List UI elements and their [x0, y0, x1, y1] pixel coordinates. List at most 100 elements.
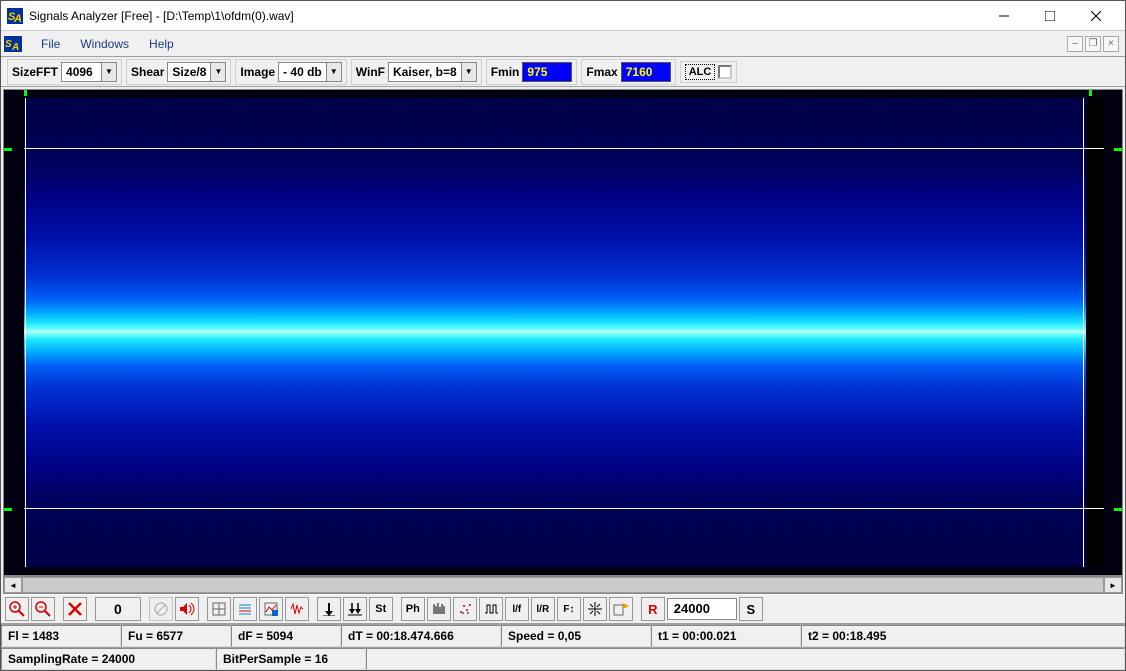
svg-text:S: S: [5, 39, 12, 50]
alc-group: ALC: [680, 61, 738, 83]
s-button[interactable]: S: [739, 597, 763, 621]
winf-select[interactable]: Kaiser, b=8 ▼: [388, 62, 477, 82]
scroll-track[interactable]: [22, 577, 1104, 593]
value-display: 0: [95, 597, 141, 621]
pulse-button[interactable]: [479, 597, 503, 621]
fmax-label: Fmax: [586, 65, 617, 79]
fd-button[interactable]: F↕: [557, 597, 581, 621]
fmin-input[interactable]: 975: [522, 62, 572, 82]
sizefft-value: 4096: [61, 62, 101, 82]
freq-marker-fu-right: [1114, 148, 1122, 151]
scroll-left-arrow-icon[interactable]: ◄: [4, 577, 22, 593]
chevron-down-icon: ▼: [461, 62, 477, 82]
status-dt: dT = 00:18.474.666: [341, 625, 501, 647]
chevron-down-icon: ▼: [101, 62, 117, 82]
image-label: Image: [240, 65, 275, 79]
status-speed: Speed = 0,05: [501, 625, 651, 647]
spectrogram-canvas: [24, 98, 1104, 567]
menu-file[interactable]: File: [31, 33, 70, 55]
status-empty: [366, 648, 1125, 670]
scroll-thumb[interactable]: [22, 577, 1104, 593]
disabled-circle-button: [149, 597, 173, 621]
spectro-right-pad: [1086, 98, 1104, 567]
export-icon-button[interactable]: [609, 597, 633, 621]
shear-group: Shear Size/8 ▼: [126, 59, 231, 85]
close-button[interactable]: [1073, 1, 1119, 31]
shear-value: Size/8: [167, 62, 210, 82]
time-marker-t1-top: [24, 90, 27, 96]
freq-marker-fl-right: [1114, 508, 1122, 511]
chart-disk-button[interactable]: [259, 597, 283, 621]
mdi-app-icon: SA: [3, 35, 23, 53]
alc-label: ALC: [685, 64, 716, 80]
image-select[interactable]: - 40 db ▼: [278, 62, 342, 82]
top-toolbar: SizeFFT 4096 ▼ Shear Size/8 ▼ Image - 40…: [1, 57, 1125, 87]
r-button[interactable]: R: [641, 597, 665, 621]
bottom-toolbar: 0 St Ph l/f l/R F↕ R 24000: [1, 594, 1125, 624]
status-df: dF = 5094: [231, 625, 341, 647]
bars-button[interactable]: [427, 597, 451, 621]
image-group: Image - 40 db ▼: [235, 59, 346, 85]
fmin-label: Fmin: [491, 65, 520, 79]
freq-marker-fu-left: [4, 148, 12, 151]
lf-button[interactable]: l/f: [505, 597, 529, 621]
horizontal-scrollbar[interactable]: ◄ ►: [3, 576, 1123, 594]
mdi-restore-button[interactable]: ❐: [1085, 36, 1101, 52]
time-marker-t2-top: [1089, 90, 1092, 96]
sizefft-select[interactable]: 4096 ▼: [61, 62, 117, 82]
image-value: - 40 db: [278, 62, 326, 82]
maximize-button[interactable]: [1027, 1, 1073, 31]
cursor-line-fu: [24, 148, 1104, 149]
crosshair-button[interactable]: [583, 597, 607, 621]
shear-label: Shear: [131, 65, 164, 79]
zoom-in-button[interactable]: [5, 597, 29, 621]
window-title: Signals Analyzer [Free] - [D:\Temp\1\ofd…: [29, 9, 981, 23]
mdi-close-button[interactable]: ×: [1103, 36, 1119, 52]
ph-button[interactable]: Ph: [401, 597, 425, 621]
status-fl: Fl = 1483: [1, 625, 121, 647]
arrow-down-button[interactable]: [317, 597, 341, 621]
sizefft-group: SizeFFT 4096 ▼: [7, 59, 122, 85]
arrows-down-button[interactable]: [343, 597, 367, 621]
minimize-button[interactable]: [981, 1, 1027, 31]
delete-button[interactable]: [63, 597, 87, 621]
spectrogram-area[interactable]: [3, 89, 1123, 576]
app-icon: SA: [7, 8, 23, 24]
fmin-group: Fmin 975: [486, 59, 578, 85]
fmax-input[interactable]: 7160: [621, 62, 671, 82]
menu-help[interactable]: Help: [139, 33, 184, 55]
statusbar-row-2: SamplingRate = 24000 BitPerSample = 16: [1, 647, 1125, 670]
shear-select[interactable]: Size/8 ▼: [167, 62, 226, 82]
status-t2: t2 = 00:18.495: [801, 625, 1125, 647]
status-fu: Fu = 6577: [121, 625, 231, 647]
svg-text:A: A: [13, 13, 22, 24]
winf-label: WinF: [356, 65, 385, 79]
winf-value: Kaiser, b=8: [388, 62, 461, 82]
scatter-button[interactable]: [453, 597, 477, 621]
cursor-line-t1: [25, 98, 26, 567]
status-samplingrate: SamplingRate = 24000: [1, 648, 216, 670]
scroll-right-arrow-icon[interactable]: ►: [1104, 577, 1122, 593]
chevron-down-icon: ▼: [210, 62, 226, 82]
sizefft-label: SizeFFT: [12, 65, 58, 79]
alc-checkbox[interactable]: [718, 65, 732, 79]
zoom-out-button[interactable]: [31, 597, 55, 621]
waterfall-button[interactable]: [233, 597, 257, 621]
svg-text:A: A: [11, 42, 19, 52]
menu-windows[interactable]: Windows: [70, 33, 139, 55]
cursor-line-fl: [24, 508, 1104, 509]
lr-button[interactable]: l/R: [531, 597, 555, 621]
speaker-button[interactable]: [175, 597, 199, 621]
cursor-line-t2: [1083, 98, 1084, 567]
rate-input[interactable]: 24000: [667, 598, 737, 620]
menubar: SA File Windows Help – ❐ ×: [1, 31, 1125, 57]
status-bitpersample: BitPerSample = 16: [216, 648, 366, 670]
waveform-button[interactable]: [285, 597, 309, 621]
statusbar-row-1: Fl = 1483 Fu = 6577 dF = 5094 dT = 00:18…: [1, 624, 1125, 647]
st-button[interactable]: St: [369, 597, 393, 621]
grid-button[interactable]: [207, 597, 231, 621]
mdi-minimize-button[interactable]: –: [1067, 36, 1083, 52]
window-titlebar: SA Signals Analyzer [Free] - [D:\Temp\1\…: [1, 1, 1125, 31]
chevron-down-icon: ▼: [326, 62, 342, 82]
fmax-group: Fmax 7160: [581, 59, 675, 85]
